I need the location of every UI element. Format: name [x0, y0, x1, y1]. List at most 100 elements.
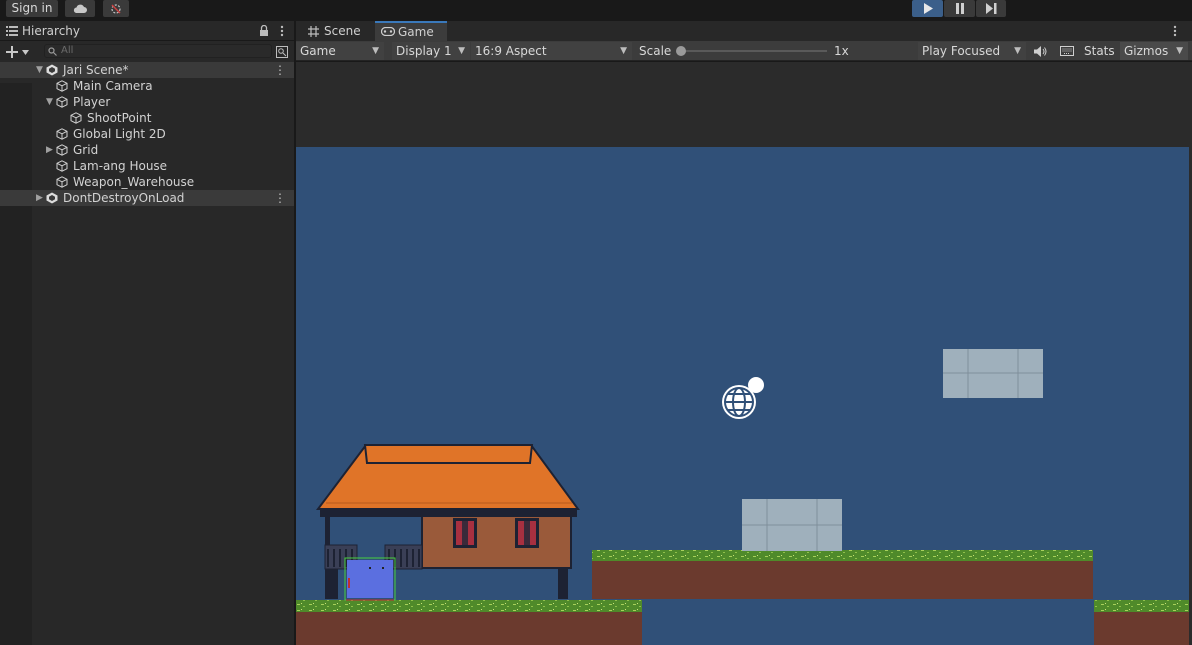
collab-button[interactable] [103, 0, 129, 17]
hierarchy-title: Hierarchy [22, 24, 81, 38]
gameobject-cube-icon [56, 80, 68, 92]
game-toolbar: Game ▼ Display 1 ▼ 16:9 Aspect ▼ Scale 1… [296, 41, 1192, 61]
expand-arrow-right-icon[interactable]: ▶ [46, 142, 53, 158]
scene-menu-icon[interactable]: ⋮ [274, 190, 286, 206]
add-button[interactable] [4, 43, 32, 60]
main-toolbar: Sign in [0, 0, 1192, 18]
hierarchy-panel: Hierarchy All ▼ Jari Scene* ⋮ Main Camera ▼ P… [0, 21, 294, 645]
chevron-down-icon [22, 50, 29, 55]
hierarchy-item-row[interactable]: ShootPoint [0, 110, 294, 126]
tab-game[interactable]: Game [375, 21, 447, 41]
search-icon [48, 47, 57, 56]
grid-hash-icon [308, 26, 319, 37]
hierarchy-tab[interactable]: Hierarchy [0, 21, 294, 41]
gameobject-cube-icon [56, 176, 68, 188]
hierarchy-scene-row[interactable]: ▼ Jari Scene* ⋮ [0, 62, 294, 78]
speaker-icon[interactable] [1034, 46, 1047, 57]
chevron-down-icon: ▼ [458, 46, 465, 56]
tab-scene-label: Scene [324, 24, 361, 38]
play-button[interactable] [912, 0, 943, 17]
hierarchy-item-label: Weapon_Warehouse [73, 175, 195, 189]
game-mode-dropdown[interactable]: Game ▼ [296, 42, 384, 60]
play-focused-value: Play Focused [922, 44, 1001, 58]
tab-game-label: Game [398, 25, 434, 39]
step-button[interactable] [976, 0, 1006, 17]
hierarchy-item-label: DontDestroyOnLoad [63, 191, 185, 205]
hierarchy-scene-row[interactable]: ▶ DontDestroyOnLoad ⋮ [0, 190, 294, 206]
chevron-down-icon: ▼ [1014, 46, 1021, 56]
ground-right [1094, 600, 1189, 645]
kebab-menu-icon[interactable] [1173, 25, 1177, 37]
gameobject-cube-icon [56, 96, 68, 108]
global-light-gizmo-icon [722, 377, 764, 419]
expand-arrow-down-icon[interactable]: ▼ [36, 62, 43, 78]
stats-button[interactable]: Stats [1084, 44, 1115, 58]
hierarchy-item-label: Main Camera [73, 79, 153, 93]
unity-scene-icon [46, 192, 58, 204]
collab-icon [111, 4, 121, 14]
game-canvas[interactable] [296, 147, 1189, 645]
lock-icon[interactable] [259, 25, 269, 36]
chevron-down-icon: ▼ [1176, 46, 1183, 56]
search-placeholder: All [61, 45, 74, 56]
gizmos-dropdown[interactable]: Gizmos ▼ [1120, 42, 1188, 60]
step-icon [985, 3, 996, 14]
raised-ground-platform [592, 550, 1093, 599]
hierarchy-item-row[interactable]: Main Camera [0, 78, 294, 94]
play-icon [923, 3, 933, 14]
game-view-panel: Scene Game Game ▼ Display 1 ▼ 16:9 Aspec… [296, 21, 1192, 645]
hierarchy-item-row[interactable]: Lam-ang House [0, 158, 294, 174]
gameobject-cube-icon [56, 144, 68, 156]
hierarchy-item-row[interactable]: ▶ Grid [0, 142, 294, 158]
cloud-button[interactable] [65, 0, 95, 17]
pause-icon [955, 3, 964, 14]
ground-left [296, 600, 642, 645]
gamepad-icon [381, 27, 395, 36]
tab-scene[interactable]: Scene [300, 21, 374, 41]
display-dropdown[interactable]: Display 1 ▼ [392, 42, 470, 60]
search-by-type-icon[interactable] [276, 46, 288, 58]
search-input[interactable]: All [44, 44, 272, 58]
pause-button[interactable] [944, 0, 975, 17]
game-view-letterbox [296, 62, 1192, 645]
hierarchy-toolbar: All [0, 42, 294, 62]
hierarchy-item-label: Jari Scene* [63, 63, 129, 77]
gizmos-label: Gizmos [1124, 44, 1169, 58]
display-value: Display 1 [396, 44, 452, 58]
scale-slider-thumb[interactable] [676, 46, 686, 56]
kebab-menu-icon[interactable] [280, 25, 284, 37]
play-focused-dropdown[interactable]: Play Focused ▼ [918, 42, 1026, 60]
game-scene [296, 349, 1189, 645]
list-icon [6, 26, 18, 36]
scale-label: Scale [639, 44, 672, 58]
hierarchy-item-label: Global Light 2D [73, 127, 166, 141]
scene-menu-icon[interactable]: ⋮ [274, 62, 286, 78]
hierarchy-item-label: Lam-ang House [73, 159, 168, 173]
unity-scene-icon [46, 64, 58, 76]
view-tabs: Scene Game [296, 21, 1192, 41]
game-mode-value: Game [300, 44, 336, 58]
hierarchy-item-row[interactable]: Global Light 2D [0, 126, 294, 142]
chevron-down-icon: ▼ [620, 46, 627, 56]
aspect-dropdown[interactable]: 16:9 Aspect ▼ [471, 42, 632, 60]
gameobject-cube-icon [70, 112, 82, 124]
hierarchy-item-row[interactable]: ▼ Player [0, 94, 294, 110]
cloud-icon [73, 4, 87, 13]
hierarchy-item-row[interactable]: Weapon_Warehouse [0, 174, 294, 190]
aspect-value: 16:9 Aspect [475, 44, 547, 58]
player-sprite [344, 557, 396, 601]
sign-in-button[interactable]: Sign in [6, 0, 58, 17]
gameobject-cube-icon [56, 160, 68, 172]
unity-editor: Sign in Hierarchy All ▼ Jari Scene* ⋮ Ma… [0, 0, 1192, 645]
hierarchy-item-label: ShootPoint [87, 111, 152, 125]
hierarchy-item-label: Player [73, 95, 111, 109]
plus-icon [6, 46, 18, 58]
scale-slider[interactable] [676, 46, 827, 56]
chevron-down-icon: ▼ [372, 46, 379, 56]
expand-arrow-right-icon[interactable]: ▶ [36, 190, 43, 206]
scale-value: 1x [834, 44, 849, 58]
keyboard-icon[interactable] [1060, 46, 1074, 56]
hierarchy-tree: ▼ Jari Scene* ⋮ Main Camera ▼ Player ShootPoin… [0, 62, 294, 206]
expand-arrow-down-icon[interactable]: ▼ [46, 94, 53, 110]
hierarchy-item-label: Grid [73, 143, 99, 157]
